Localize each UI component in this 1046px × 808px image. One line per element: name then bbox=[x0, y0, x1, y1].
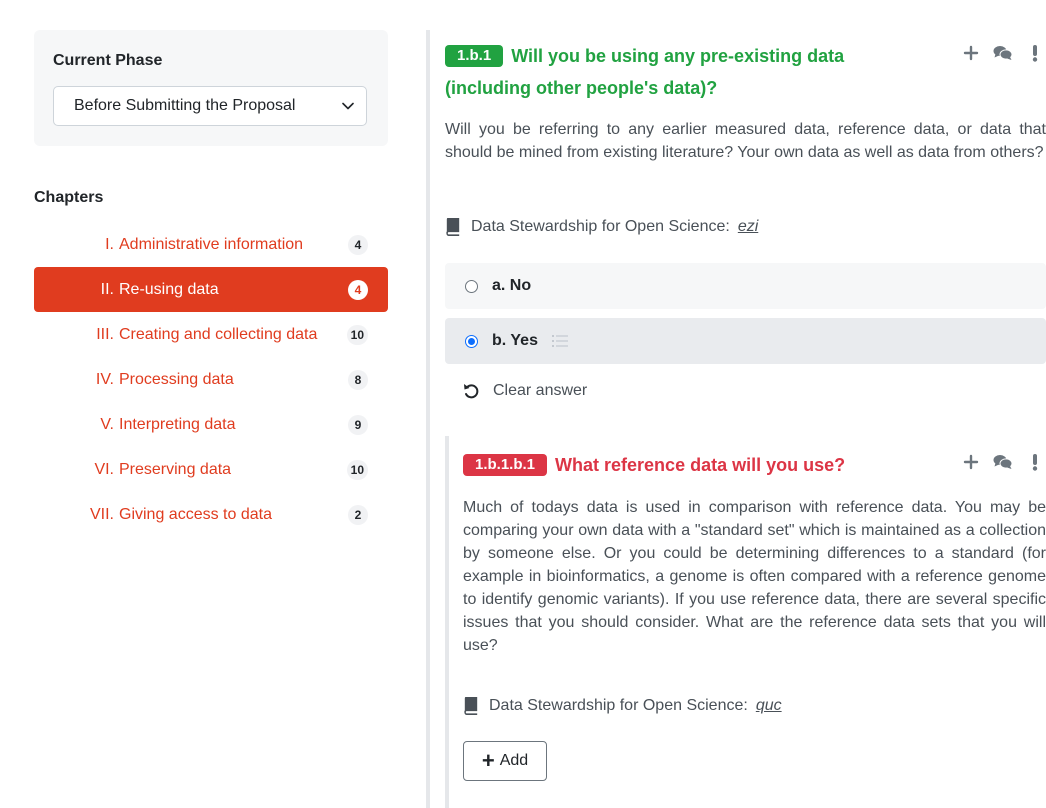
chapter-list: I. Administrative information 4 II. Re-using… bbox=[34, 222, 388, 537]
chapter-count-badge: 8 bbox=[348, 369, 368, 390]
sidebar-chapter-item[interactable]: V. Interpreting data 9 bbox=[34, 402, 388, 447]
answer-option-no[interactable]: a. No bbox=[445, 263, 1046, 309]
reference-link[interactable]: quc bbox=[756, 697, 782, 715]
chapter-count-badge: 2 bbox=[348, 504, 368, 525]
chapter-count-badge: 10 bbox=[346, 459, 368, 480]
question-actions bbox=[960, 42, 1046, 64]
chevron-down-icon bbox=[342, 102, 354, 110]
sidebar: Current Phase Before Submitting the Prop… bbox=[0, 0, 420, 808]
sidebar-chapter-item[interactable]: IV. Processing data 8 bbox=[34, 357, 388, 402]
subquestion-description: Much of todays data is used in compariso… bbox=[463, 499, 1046, 654]
subquestion-header: 1.b.1.b.1 What reference data will you us… bbox=[463, 451, 1046, 480]
subquestion-indent-bar bbox=[445, 436, 449, 808]
chapter-label: Re-using data bbox=[119, 280, 219, 298]
question-title: Will you be using any pre-existing data bbox=[511, 46, 845, 66]
book-icon bbox=[446, 218, 460, 236]
plus-icon: + bbox=[481, 748, 495, 773]
question-header: 1.b.1 Will you be using any pre-existing … bbox=[445, 42, 1046, 103]
main-content: 1.b.1 Will you be using any pre-existing … bbox=[445, 0, 1046, 808]
phase-title: Current Phase bbox=[53, 52, 163, 69]
chapter-count-badge: 10 bbox=[346, 324, 368, 345]
radio-no[interactable] bbox=[465, 279, 478, 293]
undo-icon bbox=[464, 384, 479, 399]
subquestion-actions bbox=[960, 451, 1046, 473]
reference-label: Data Stewardship for Open Science: bbox=[489, 697, 748, 714]
subquestion-reference: Data Stewardship for Open Science: quc bbox=[463, 697, 782, 715]
book-icon bbox=[464, 697, 478, 715]
chapter-number: VI. bbox=[94, 460, 114, 478]
panel-divider bbox=[426, 30, 430, 808]
radio-yes[interactable] bbox=[465, 334, 478, 348]
chapter-count-badge: 9 bbox=[348, 414, 368, 435]
reference-label: Data Stewardship for Open Science: bbox=[471, 218, 730, 235]
chapter-number: III. bbox=[96, 325, 114, 343]
reference-link[interactable]: ezi bbox=[738, 218, 758, 236]
chapter-number: V. bbox=[100, 415, 114, 433]
phase-select-value: Before Submitting the Proposal bbox=[74, 97, 296, 114]
chapter-label: Giving access to data bbox=[119, 505, 272, 523]
clear-answer-button[interactable]: Clear answer bbox=[463, 382, 587, 400]
chapters-title: Chapters bbox=[34, 189, 104, 206]
app-window: Current Phase Before Submitting the Prop… bbox=[0, 0, 1046, 808]
subquestion-number-badge: 1.b.1.b.1 bbox=[463, 454, 548, 476]
comments-icon[interactable] bbox=[992, 42, 1014, 64]
exclamation-icon[interactable] bbox=[1024, 451, 1046, 473]
list-icon bbox=[551, 335, 568, 347]
question-title-line-1: 1.b.1 Will you be using any pre-existing … bbox=[445, 42, 1046, 71]
question-description: Will you be referring to any earlier mea… bbox=[445, 121, 1046, 161]
chapter-label: Administrative information bbox=[119, 235, 304, 253]
add-button-label: Add bbox=[499, 752, 529, 769]
subquestion-title: What reference data will you use? bbox=[555, 455, 846, 475]
clear-answer-label: Clear answer bbox=[493, 382, 588, 399]
subquestion-title-line: 1.b.1.b.1 What reference data will you us… bbox=[463, 451, 1046, 480]
chapter-number: II. bbox=[100, 280, 114, 298]
answer-label-yes: b. Yes bbox=[492, 332, 538, 349]
answer-label-no: a. No bbox=[492, 277, 532, 294]
sidebar-chapter-item[interactable]: II. Re-using data 4 bbox=[34, 267, 388, 312]
chapter-number: IV. bbox=[95, 370, 114, 388]
current-phase-card: Current Phase Before Submitting the Prop… bbox=[34, 30, 388, 146]
chapter-count-badge: 4 bbox=[348, 279, 368, 300]
question-number-badge: 1.b.1 bbox=[445, 45, 504, 67]
chapter-label: Interpreting data bbox=[119, 415, 236, 433]
sidebar-chapter-item[interactable]: I. Administrative information 4 bbox=[34, 222, 388, 267]
sidebar-chapter-item[interactable]: VI. Preserving data 10 bbox=[34, 447, 388, 492]
sidebar-chapter-item[interactable]: III. Creating and collecting data 10 bbox=[34, 312, 388, 357]
chapter-count-badge: 4 bbox=[348, 234, 368, 255]
plus-icon[interactable] bbox=[960, 451, 982, 473]
question-title-line-2: (including other people's data)? bbox=[445, 78, 718, 98]
chapter-label: Processing data bbox=[119, 370, 234, 388]
sidebar-chapter-item[interactable]: VII. Giving access to data 2 bbox=[34, 492, 388, 537]
plus-icon[interactable] bbox=[960, 42, 982, 64]
chapter-number: I. bbox=[105, 235, 114, 253]
answer-option-yes[interactable]: b. Yes bbox=[445, 318, 1046, 364]
comments-icon[interactable] bbox=[992, 451, 1014, 473]
chapter-number: VII. bbox=[89, 505, 114, 523]
phase-select[interactable]: Before Submitting the Proposal bbox=[53, 86, 367, 126]
subquestion-block: 1.b.1.b.1 What reference data will you us… bbox=[445, 436, 1046, 808]
add-button[interactable]: + Add bbox=[463, 741, 547, 781]
exclamation-icon[interactable] bbox=[1024, 42, 1046, 64]
question-reference: Data Stewardship for Open Science: ezi bbox=[445, 218, 758, 236]
